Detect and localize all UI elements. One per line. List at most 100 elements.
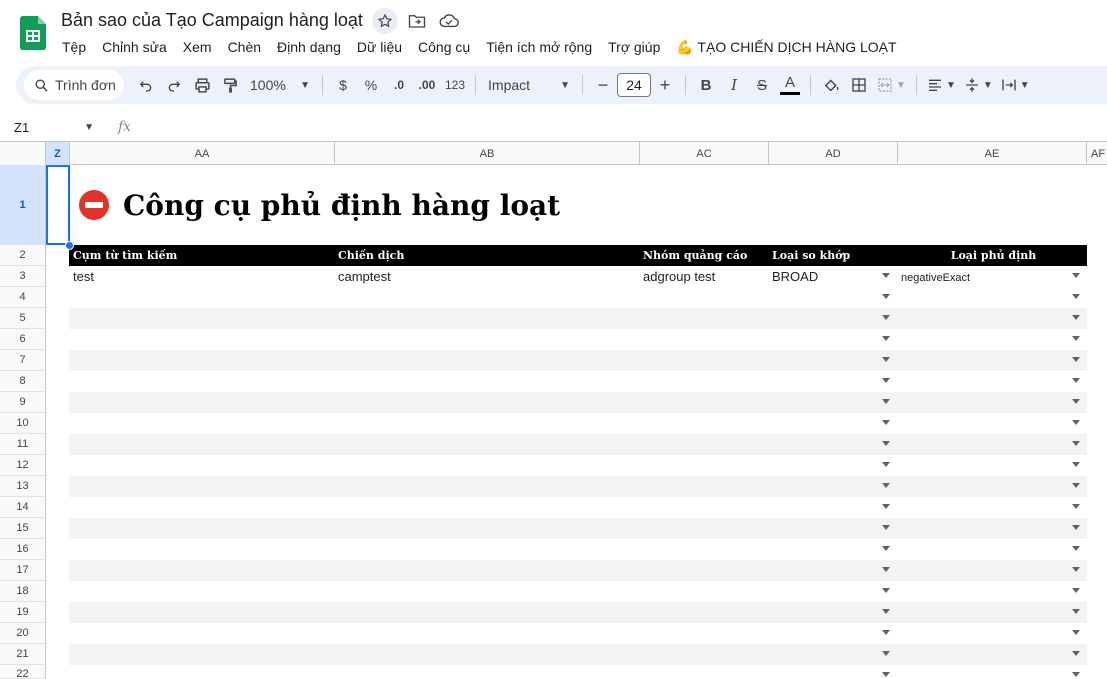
borders-button[interactable] bbox=[845, 71, 873, 99]
dropdown-arrow-icon[interactable] bbox=[1072, 609, 1080, 614]
fill-handle[interactable] bbox=[65, 241, 74, 250]
dropdown-arrow-icon[interactable] bbox=[882, 630, 890, 635]
row-header-15[interactable]: 15 bbox=[0, 518, 46, 539]
menu-file[interactable]: Tệp bbox=[54, 37, 94, 58]
decrease-decimal-button[interactable]: .0 bbox=[385, 71, 413, 99]
strikethrough-button[interactable]: S bbox=[748, 71, 776, 99]
zoom-select[interactable]: 100% ▼ bbox=[244, 71, 316, 99]
dropdown-arrow-icon[interactable] bbox=[882, 609, 890, 614]
dropdown-arrow-icon[interactable] bbox=[1072, 504, 1080, 509]
name-box[interactable]: Z1 ▼ bbox=[0, 115, 102, 139]
dropdown-arrow-icon[interactable] bbox=[882, 546, 890, 551]
spreadsheet-grid[interactable]: Z AA AB AC AD AE AF 1 2 3 4 5 6 7 8 9 10… bbox=[0, 141, 1107, 679]
menu-data[interactable]: Dữ liệu bbox=[349, 37, 410, 58]
column-header-ad[interactable]: AD bbox=[769, 142, 898, 165]
dropdown-arrow-icon[interactable] bbox=[1072, 651, 1080, 656]
star-icon[interactable] bbox=[372, 8, 398, 34]
dropdown-arrow-icon[interactable] bbox=[882, 399, 890, 404]
dropdown-arrow-icon[interactable] bbox=[1072, 294, 1080, 299]
dropdown-arrow-icon[interactable] bbox=[1072, 420, 1080, 425]
row-header-10[interactable]: 10 bbox=[0, 413, 46, 434]
row-header-3[interactable]: 3 bbox=[0, 266, 46, 287]
dropdown-arrow-icon[interactable] bbox=[1072, 630, 1080, 635]
font-size-input[interactable]: 24 bbox=[617, 73, 652, 97]
menu-help[interactable]: Trợ giúp bbox=[600, 37, 668, 58]
undo-button[interactable] bbox=[132, 71, 160, 99]
row-header-7[interactable]: 7 bbox=[0, 350, 46, 371]
dropdown-arrow-icon[interactable] bbox=[882, 420, 890, 425]
dropdown-arrow-icon[interactable] bbox=[882, 441, 890, 446]
bold-button[interactable]: B bbox=[692, 71, 720, 99]
percent-format-button[interactable]: % bbox=[357, 71, 385, 99]
dropdown-arrow-icon[interactable] bbox=[882, 378, 890, 383]
select-all-corner[interactable] bbox=[0, 142, 46, 165]
header-search-term[interactable]: Cụm từ tìm kiếm bbox=[69, 245, 334, 266]
row-header-17[interactable]: 17 bbox=[0, 560, 46, 581]
header-match-type[interactable]: Loại so khớp bbox=[768, 245, 897, 266]
column-header-ae[interactable]: AE bbox=[898, 142, 1087, 165]
text-wrapping-button[interactable]: ▼ bbox=[997, 71, 1034, 99]
sheet-title-cell[interactable]: Công cụ phủ định hàng loạt bbox=[69, 165, 1087, 245]
menu-edit[interactable]: Chỉnh sửa bbox=[94, 37, 175, 58]
row-header-4[interactable]: 4 bbox=[0, 287, 46, 308]
dropdown-arrow-icon[interactable] bbox=[1072, 588, 1080, 593]
cloud-saved-icon[interactable] bbox=[436, 8, 462, 34]
row-header-9[interactable]: 9 bbox=[0, 392, 46, 413]
cell-campaign[interactable]: camptest bbox=[334, 266, 639, 287]
paint-format-button[interactable] bbox=[216, 71, 244, 99]
increase-font-size-button[interactable]: + bbox=[651, 71, 679, 99]
dropdown-arrow-icon[interactable] bbox=[882, 483, 890, 488]
menu-bulk-campaign[interactable]: 💪 TẠO CHIẾN DỊCH HÀNG LOẠT bbox=[668, 37, 904, 58]
column-header-ab[interactable]: AB bbox=[335, 142, 640, 165]
row-header-2[interactable]: 2 bbox=[0, 245, 46, 266]
menu-insert[interactable]: Chèn bbox=[220, 37, 269, 58]
merge-cells-button[interactable]: ▼ bbox=[873, 71, 910, 99]
sheets-logo-icon[interactable] bbox=[20, 16, 46, 50]
column-header-z[interactable]: Z bbox=[46, 142, 70, 165]
decrease-font-size-button[interactable]: − bbox=[589, 71, 617, 99]
row-header-12[interactable]: 12 bbox=[0, 455, 46, 476]
dropdown-arrow-icon[interactable] bbox=[882, 357, 890, 362]
vertical-align-button[interactable]: ▼ bbox=[960, 71, 997, 99]
row-header-22[interactable]: 22 bbox=[0, 665, 46, 679]
dropdown-arrow-icon[interactable] bbox=[882, 651, 890, 656]
dropdown-arrow-icon[interactable] bbox=[882, 504, 890, 509]
dropdown-arrow-icon[interactable] bbox=[882, 336, 890, 341]
row-header-16[interactable]: 16 bbox=[0, 539, 46, 560]
cell-search-term[interactable]: test bbox=[69, 266, 334, 287]
row-header-8[interactable]: 8 bbox=[0, 371, 46, 392]
column-header-af[interactable]: AF bbox=[1087, 142, 1107, 165]
cell-negative-type[interactable]: negativeExact bbox=[897, 266, 1086, 287]
dropdown-arrow-icon[interactable] bbox=[882, 567, 890, 572]
dropdown-arrow-icon[interactable] bbox=[1072, 672, 1080, 677]
header-campaign[interactable]: Chiến dịch bbox=[334, 245, 639, 266]
menu-view[interactable]: Xem bbox=[175, 37, 220, 58]
dropdown-arrow-icon[interactable] bbox=[882, 294, 890, 299]
dropdown-arrow-icon[interactable] bbox=[1072, 567, 1080, 572]
row-header-1[interactable]: 1 bbox=[0, 165, 46, 245]
row-header-5[interactable]: 5 bbox=[0, 308, 46, 329]
column-header-ac[interactable]: AC bbox=[640, 142, 769, 165]
menu-extensions[interactable]: Tiện ích mở rộng bbox=[478, 37, 600, 58]
dropdown-arrow-icon[interactable] bbox=[1072, 441, 1080, 446]
dropdown-arrow-icon[interactable] bbox=[882, 672, 890, 677]
dropdown-arrow-icon[interactable] bbox=[1072, 273, 1080, 278]
cell-ad-group[interactable]: adgroup test bbox=[639, 266, 768, 287]
row-header-11[interactable]: 11 bbox=[0, 434, 46, 455]
dropdown-arrow-icon[interactable] bbox=[882, 462, 890, 467]
dropdown-arrow-icon[interactable] bbox=[1072, 399, 1080, 404]
document-title[interactable]: Bản sao của Tạo Campaign hàng loạt bbox=[61, 10, 363, 31]
row-header-19[interactable]: 19 bbox=[0, 602, 46, 623]
fill-color-button[interactable] bbox=[817, 71, 845, 99]
horizontal-align-button[interactable]: ▼ bbox=[923, 71, 960, 99]
dropdown-arrow-icon[interactable] bbox=[882, 588, 890, 593]
dropdown-arrow-icon[interactable] bbox=[882, 525, 890, 530]
italic-button[interactable]: I bbox=[720, 71, 748, 99]
redo-button[interactable] bbox=[160, 71, 188, 99]
dropdown-arrow-icon[interactable] bbox=[1072, 315, 1080, 320]
menu-search[interactable]: Trình đơn bbox=[24, 70, 124, 100]
cell-match-type[interactable]: BROAD bbox=[768, 266, 897, 287]
dropdown-arrow-icon[interactable] bbox=[1072, 336, 1080, 341]
dropdown-arrow-icon[interactable] bbox=[882, 273, 890, 278]
dropdown-arrow-icon[interactable] bbox=[1072, 378, 1080, 383]
